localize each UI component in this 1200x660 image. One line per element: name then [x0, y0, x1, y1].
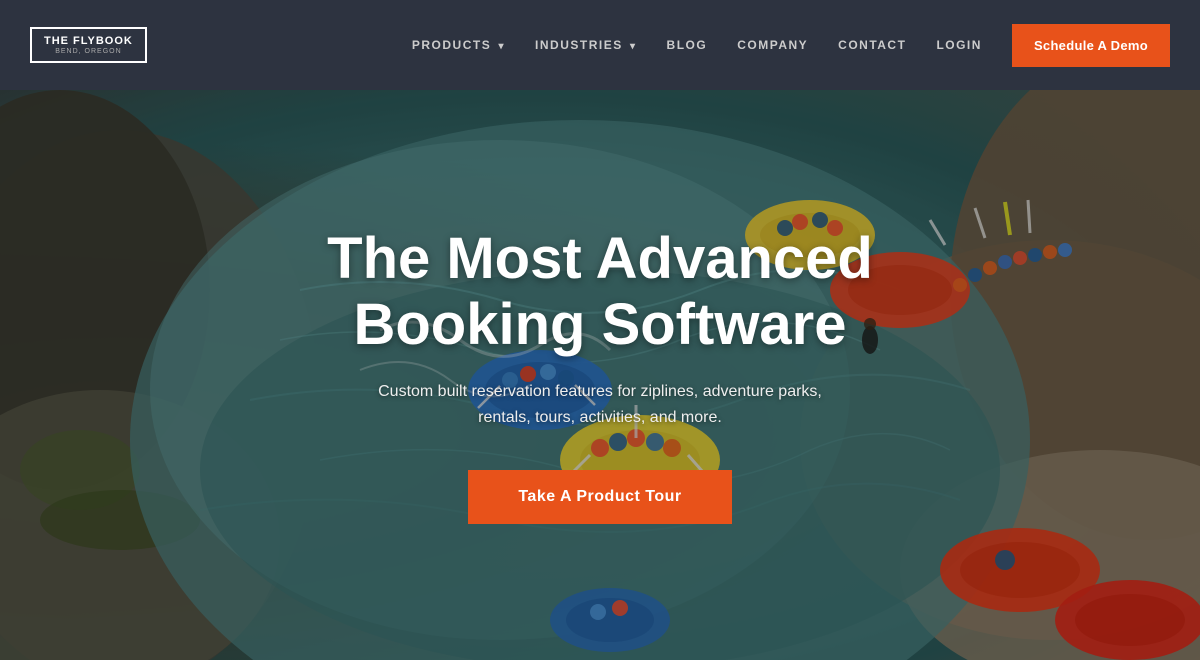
product-tour-button[interactable]: Take A Product Tour — [468, 470, 731, 524]
navbar: THE FLYBOOK BEND, OREGON PRODUCTS ▾ INDU… — [0, 0, 1200, 90]
nav-item-products[interactable]: PRODUCTS ▾ — [412, 36, 505, 54]
nav-item-login[interactable]: LOGIN — [936, 36, 982, 54]
hero-section: The Most Advanced Booking Software Custo… — [0, 90, 1200, 660]
nav-link-industries[interactable]: INDUSTRIES ▾ — [535, 38, 637, 52]
nav-item-company[interactable]: COMPANY — [737, 36, 808, 54]
nav-item-contact[interactable]: CONTACT — [838, 36, 906, 54]
logo-title: THE FLYBOOK — [44, 35, 133, 47]
nav-links: PRODUCTS ▾ INDUSTRIES ▾ BLOG COMPANY CON… — [412, 36, 982, 54]
chevron-down-icon: ▾ — [626, 41, 637, 52]
nav-item-blog[interactable]: BLOG — [667, 36, 708, 54]
hero-content: The Most Advanced Booking Software Custo… — [0, 90, 1200, 660]
schedule-demo-button[interactable]: Schedule A Demo — [1012, 24, 1170, 67]
logo[interactable]: THE FLYBOOK BEND, OREGON — [30, 27, 147, 62]
nav-link-contact[interactable]: CONTACT — [838, 38, 906, 52]
hero-subtitle: Custom built reservation features for zi… — [350, 379, 850, 430]
chevron-down-icon: ▾ — [494, 41, 505, 52]
nav-link-blog[interactable]: BLOG — [667, 38, 708, 52]
nav-link-products[interactable]: PRODUCTS ▾ — [412, 38, 505, 52]
hero-title: The Most Advanced Booking Software — [250, 226, 950, 359]
logo-subtitle: BEND, OREGON — [44, 48, 133, 55]
nav-link-login[interactable]: LOGIN — [936, 38, 982, 52]
nav-item-industries[interactable]: INDUSTRIES ▾ — [535, 36, 637, 54]
nav-link-company[interactable]: COMPANY — [737, 38, 808, 52]
